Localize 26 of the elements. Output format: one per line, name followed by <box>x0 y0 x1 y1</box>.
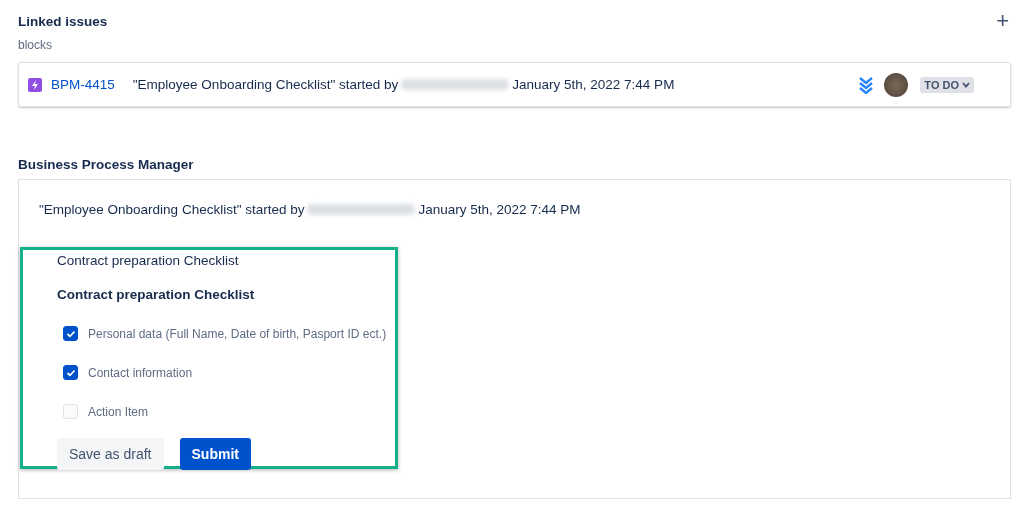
issue-card[interactable]: BPM-4415 "Employee Onboarding Checklist" started by January 5th, 2022 7:44 PM TO DO <box>18 62 1011 107</box>
submit-button[interactable]: Submit <box>179 438 251 470</box>
lightning-icon <box>28 77 42 92</box>
checklist-item-label: Personal data (Full Name, Date of birth, Pasport ID ect.) <box>88 326 387 341</box>
issue-date: January 5th, 2022 7:44 PM <box>512 77 675 92</box>
draft-button[interactable]: Save as draft <box>57 438 164 470</box>
checkbox[interactable] <box>63 365 78 380</box>
issue-key-link[interactable]: BPM-4415 <box>51 77 115 92</box>
section-title: Linked issues <box>18 13 108 29</box>
double-chevron-down-icon <box>858 75 875 94</box>
process-started-text: "Employee Onboarding Checklist" started by <box>39 202 305 217</box>
status-dropdown[interactable]: TO DO <box>920 76 974 93</box>
avatar[interactable] <box>884 72 909 97</box>
issue-summary: "Employee Onboarding Checklist" started by <box>132 77 399 92</box>
section-title: Business Process Manager <box>18 157 195 172</box>
check-icon <box>65 329 76 338</box>
relation-label: blocks <box>18 38 53 52</box>
checklist-item-label: Action Item <box>88 404 149 419</box>
form-title: Contract preparation Checklist <box>57 253 240 268</box>
checklist-item-label: Contact information <box>88 365 193 380</box>
checkbox[interactable] <box>63 326 78 341</box>
caret-icon <box>962 81 970 88</box>
process-date: January 5th, 2022 7:44 PM <box>418 202 581 217</box>
checklist-title: Contract preparation Checklist <box>57 287 256 302</box>
check-icon <box>65 368 76 377</box>
add-button[interactable]: + <box>996 11 1009 31</box>
